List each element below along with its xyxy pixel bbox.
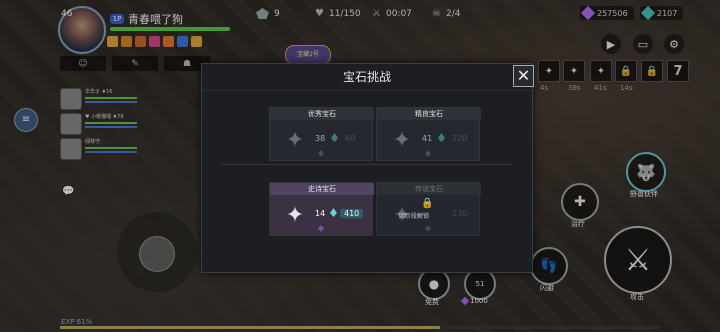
- star-gem-icon: ✦: [392, 128, 412, 153]
- gem-pip-icon: [425, 150, 431, 157]
- close-button[interactable]: ✕: [513, 65, 534, 87]
- gem-cost: 60: [345, 134, 356, 143]
- gem-card-epic[interactable]: 史诗宝石 ✦ 14 410: [269, 182, 374, 236]
- card-header: 优秀宝石: [270, 108, 374, 120]
- lock-icon: 🔒: [421, 198, 434, 209]
- card-header: 传说宝石: [377, 183, 481, 195]
- gem-pip-icon: [425, 225, 431, 232]
- teal-gem-icon: [330, 208, 337, 217]
- gem-pip-icon: [318, 150, 324, 157]
- gem-pip-icon: [318, 225, 324, 232]
- teal-gem-icon: [438, 133, 445, 142]
- gem-count: 38: [315, 134, 326, 143]
- star-gem-icon: ✦: [285, 128, 305, 153]
- gem-challenge-modal: 宝石挑战 ✕ 优秀宝石 ✦ 38 60 精良宝石 ✦ 41 220 史诗宝石 ✦…: [201, 63, 534, 273]
- gem-card-legendary[interactable]: 传说宝石 ✦ 🔒 四阶段解锁 530: [376, 182, 481, 236]
- teal-gem-icon: [331, 133, 338, 142]
- gem-card-fine[interactable]: 精良宝石 ✦ 41 220: [376, 107, 481, 161]
- modal-title: 宝石挑战: [202, 64, 532, 91]
- divider: [220, 164, 512, 165]
- gem-count: 41: [422, 134, 433, 143]
- gem-cost: 530: [452, 209, 468, 218]
- gem-count: 14: [315, 209, 326, 218]
- card-header: 精良宝石: [377, 108, 481, 120]
- unlock-hint: 四阶段解锁: [399, 213, 430, 220]
- star-gem-icon: ✦: [285, 203, 305, 228]
- gem-card-excellent[interactable]: 优秀宝石 ✦ 38 60: [269, 107, 374, 161]
- gem-cost: 220: [452, 134, 468, 143]
- card-header: 史诗宝石: [270, 183, 374, 195]
- gem-cost: 410: [340, 209, 364, 218]
